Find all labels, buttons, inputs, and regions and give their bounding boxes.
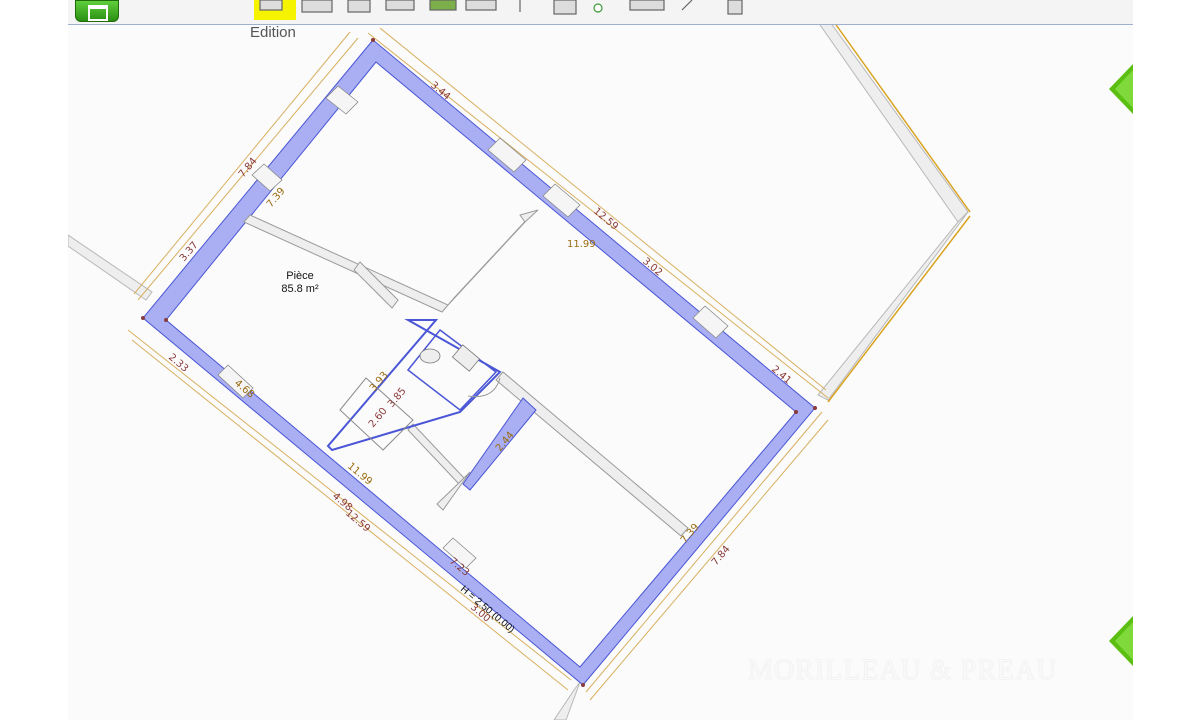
dim-top-inner: 11.99 bbox=[567, 239, 596, 250]
dim-bottom-a: 2.33 bbox=[166, 352, 190, 375]
select-tool-icon[interactable] bbox=[259, 0, 283, 11]
add-tool-icon[interactable] bbox=[727, 0, 743, 15]
text-tool-icon[interactable] bbox=[553, 0, 577, 15]
zoom-tool-icon[interactable] bbox=[629, 0, 665, 11]
dim-right-outer: 7.84 bbox=[710, 544, 733, 568]
next-page-arrow-icon[interactable] bbox=[1107, 64, 1133, 114]
watermark-text: MORILLEAU & PREAU bbox=[748, 655, 1058, 686]
toolbar-icons bbox=[259, 0, 743, 15]
exterior-wall[interactable] bbox=[142, 39, 816, 686]
pen-tool-icon[interactable] bbox=[681, 0, 693, 11]
plan-canvas[interactable]: 3.44 12.59 11.99 3.02 2.41 7.84 7.39 3.3… bbox=[68, 0, 1133, 720]
wall-tool-icon[interactable] bbox=[301, 0, 333, 13]
room-tool-icon[interactable] bbox=[347, 0, 371, 13]
left-letterbox bbox=[0, 0, 68, 720]
floor-plan[interactable]: 3.44 12.59 11.99 3.02 2.41 7.84 7.39 3.3… bbox=[68, 0, 1133, 720]
top-toolbar bbox=[68, 0, 1133, 25]
room-name: Pièce bbox=[286, 270, 314, 282]
layers-tool-icon[interactable] bbox=[429, 0, 457, 11]
edition-label: Edition bbox=[250, 24, 296, 41]
right-letterbox bbox=[1133, 0, 1200, 720]
furniture-tool-icon[interactable] bbox=[465, 0, 497, 11]
room-area: 85.8 m² bbox=[281, 283, 319, 295]
door-tool-icon[interactable] bbox=[385, 0, 415, 11]
cut-tool-icon[interactable] bbox=[593, 3, 603, 13]
previous-page-arrow-icon[interactable] bbox=[1107, 616, 1133, 666]
